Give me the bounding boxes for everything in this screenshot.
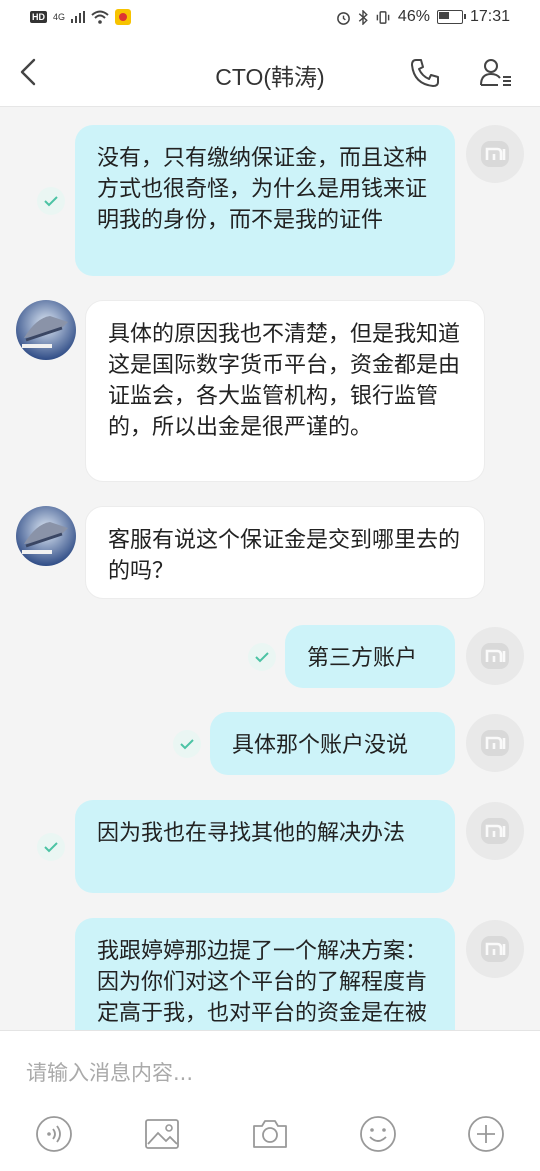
camera-button[interactable] <box>251 1115 289 1153</box>
message-bubble-incoming[interactable]: 客服有说这个保证金是交到哪里去的的吗？ <box>85 506 485 599</box>
contact-info-button[interactable] <box>478 56 514 90</box>
my-avatar[interactable] <box>466 920 524 978</box>
my-avatar[interactable] <box>466 714 524 772</box>
network-type: 4G <box>53 12 66 22</box>
voice-icon <box>36 1116 72 1152</box>
status-left: HD 4G <box>30 9 132 25</box>
status-right: 46% 17:31 <box>336 8 510 26</box>
message-list[interactable]: 没有，只有缴纳保证金，而且这种方式也很奇怪，为什么是用钱来证明我的身份，而不是我… <box>0 107 540 1030</box>
vibrate-icon <box>376 10 390 24</box>
read-check-icon <box>37 187 65 215</box>
app-notification-icon <box>115 9 132 25</box>
my-avatar[interactable] <box>466 125 524 183</box>
mi-logo-icon <box>481 818 509 844</box>
contact-avatar[interactable] <box>16 506 76 566</box>
voice-button[interactable] <box>35 1115 73 1153</box>
message-bubble-outgoing[interactable]: 我跟婷婷那边提了一个解决方案：因为你们对这个平台的了解程度肯定高于我，也对平台的… <box>75 918 455 1030</box>
my-avatar[interactable] <box>466 627 524 685</box>
contact-card-icon <box>480 59 511 86</box>
page-title: CTO(韩涛) <box>215 64 325 90</box>
read-check-icon <box>248 643 276 671</box>
battery-percent: 46% <box>397 8 430 25</box>
read-check-icon <box>37 833 65 861</box>
emoji-button[interactable] <box>359 1115 397 1153</box>
read-check-icon <box>173 730 201 758</box>
battery-icon <box>436 10 466 24</box>
phone-icon <box>411 59 439 87</box>
input-bar <box>0 1030 540 1171</box>
mi-logo-icon <box>481 730 509 756</box>
image-icon <box>145 1119 179 1149</box>
message-bubble-outgoing[interactable]: 没有，只有缴纳保证金，而且这种方式也很奇怪，为什么是用钱来证明我的身份，而不是我… <box>75 125 455 276</box>
clock: 17:31 <box>469 8 510 25</box>
message-bubble-outgoing[interactable]: 具体那个账户没说 <box>210 712 455 775</box>
message-bubble-incoming[interactable]: 具体的原因我也不清楚，但是我知道这是国际数字货币平台，资金都是由证监会，各大监管… <box>85 300 485 482</box>
hd-badge: HD <box>30 11 47 23</box>
message-bubble-outgoing[interactable]: 因为我也在寻找其他的解决办法 <box>75 800 455 893</box>
more-button[interactable] <box>467 1115 505 1153</box>
alarm-icon <box>337 11 350 25</box>
emoji-icon <box>360 1116 396 1152</box>
image-button[interactable] <box>143 1115 181 1153</box>
call-button[interactable] <box>408 56 442 90</box>
contact-avatar[interactable] <box>16 300 76 360</box>
signal-icon <box>71 11 86 23</box>
avatar-image <box>16 300 76 360</box>
mi-logo-icon <box>481 643 509 669</box>
message-input[interactable] <box>26 1053 506 1093</box>
my-avatar[interactable] <box>466 802 524 860</box>
camera-icon <box>253 1120 287 1148</box>
bluetooth-icon <box>358 9 368 25</box>
chat-header: CTO(韩涛) <box>0 38 540 107</box>
wifi-icon <box>91 10 109 24</box>
message-bubble-outgoing[interactable]: 第三方账户 <box>285 625 455 688</box>
mi-logo-icon <box>481 936 509 962</box>
plus-icon <box>468 1116 504 1152</box>
status-bar: HD 4G 46% 17:31 <box>0 0 540 38</box>
mi-logo-icon <box>481 141 509 167</box>
avatar-image <box>16 506 76 566</box>
